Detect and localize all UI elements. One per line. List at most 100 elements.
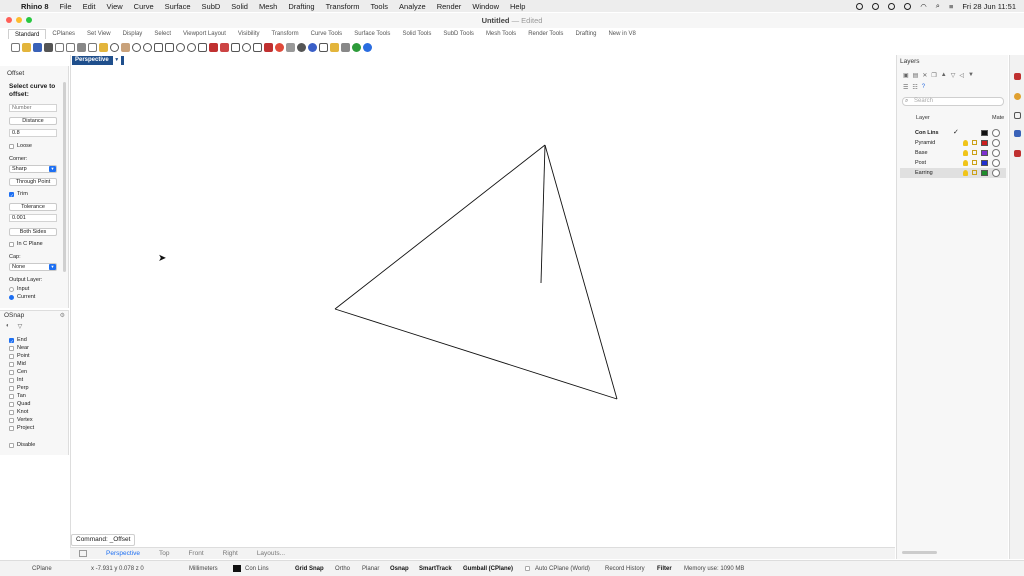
menu-view[interactable]: View <box>107 2 123 11</box>
filter-icon[interactable]: ▽ <box>18 323 23 330</box>
auto-cplane-checkbox[interactable] <box>525 566 530 571</box>
osnap-disable[interactable]: Disable <box>9 442 35 449</box>
layer-material-icon[interactable] <box>992 129 1000 137</box>
zoom-extents-icon[interactable] <box>165 42 174 52</box>
tools-icon[interactable] <box>341 42 350 52</box>
layer-color-swatch[interactable] <box>981 130 988 136</box>
osnap-checkbox[interactable] <box>9 426 14 431</box>
move-down-icon[interactable]: ▽ <box>951 72 956 79</box>
grid-icon[interactable] <box>231 42 240 52</box>
tab-cplanes[interactable]: CPlanes <box>46 29 81 39</box>
ortho-toggle[interactable]: Ortho <box>335 561 350 576</box>
record-icon[interactable] <box>856 2 864 10</box>
osnap-item-quad[interactable]: Quad <box>9 401 30 408</box>
osnap-toggle[interactable]: Osnap <box>390 561 409 576</box>
tab-drafting[interactable]: Drafting <box>569 29 602 39</box>
import-icon[interactable] <box>55 42 64 52</box>
tab-standard[interactable]: Standard <box>8 29 47 39</box>
play-icon[interactable] <box>904 2 912 10</box>
filter-icon[interactable]: ▼ <box>968 72 974 79</box>
search-icon[interactable]: ⌕ <box>936 1 940 11</box>
number-input[interactable] <box>9 104 57 112</box>
bulb-icon[interactable] <box>963 140 968 146</box>
layer-material-icon[interactable] <box>992 139 1000 147</box>
pyramid-edge[interactable] <box>540 144 546 284</box>
properties-panel-icon[interactable] <box>1014 73 1021 80</box>
menu-drafting[interactable]: Drafting <box>288 2 314 11</box>
menu-analyze[interactable]: Analyze <box>399 2 426 11</box>
delete-layer-icon[interactable]: ✕ <box>922 72 927 79</box>
layer-name[interactable]: Pyramid <box>915 138 935 148</box>
osnap-item-cen[interactable]: Cen <box>9 369 27 376</box>
zoom-selected-icon[interactable] <box>176 42 185 52</box>
lock-icon[interactable] <box>972 140 977 145</box>
gumball-icon[interactable] <box>330 42 339 52</box>
smarttrack-toggle[interactable]: SmartTrack <box>419 561 452 576</box>
menu-file[interactable]: File <box>60 2 72 11</box>
print-icon[interactable] <box>44 42 53 52</box>
in-cplane-option[interactable]: In C Plane <box>9 241 43 248</box>
filter-toggle[interactable]: Filter <box>657 561 672 576</box>
menu-transform[interactable]: Transform <box>326 2 360 11</box>
osnap-checkbox[interactable] <box>9 354 14 359</box>
grid-snap-toggle[interactable]: Grid Snap <box>295 561 324 576</box>
move-parent-icon[interactable]: ◁ <box>959 72 964 79</box>
material-icon[interactable] <box>286 42 295 52</box>
help-icon[interactable] <box>363 42 372 52</box>
both-sides-button[interactable]: Both Sides <box>9 228 57 236</box>
osnap-item-point[interactable]: Point <box>9 353 30 360</box>
tab-right[interactable]: Right <box>223 550 238 557</box>
four-viewports-icon[interactable] <box>198 42 207 52</box>
osnap-item-mid[interactable]: Mid <box>9 361 26 368</box>
layer-row-pyramid[interactable]: Pyramid <box>900 138 1006 148</box>
copy-icon[interactable] <box>88 42 97 52</box>
duplicate-layer-icon[interactable]: ❐ <box>931 72 936 79</box>
record-history-toggle[interactable]: Record History <box>605 561 645 576</box>
undo-icon[interactable] <box>110 42 119 52</box>
menu-help[interactable]: Help <box>510 2 525 11</box>
layer-material-icon[interactable] <box>992 159 1000 167</box>
tab-surface-tools[interactable]: Surface Tools <box>348 29 396 39</box>
output-current-radio[interactable] <box>9 295 14 300</box>
trim-option[interactable]: Trim <box>9 191 28 199</box>
open-file-icon[interactable] <box>22 42 31 52</box>
cut-icon[interactable] <box>77 42 86 52</box>
menu-mesh[interactable]: Mesh <box>259 2 277 11</box>
tolerance-button[interactable]: Tolerance <box>9 203 57 211</box>
osnap-mode-icon[interactable]: ◐ <box>6 323 10 330</box>
help-icon[interactable]: ? <box>922 84 925 91</box>
osnap-item-near[interactable]: Near <box>9 345 29 352</box>
move-up-icon[interactable]: ▲ <box>941 72 947 79</box>
control-center-icon[interactable]: ≡ <box>949 2 953 11</box>
clock-icon[interactable] <box>888 2 896 10</box>
globe-icon[interactable] <box>352 42 361 52</box>
output-current-option[interactable]: Current <box>9 294 35 301</box>
layers-scrollbar[interactable] <box>902 551 937 554</box>
tab-top[interactable]: Top <box>159 550 169 557</box>
paste-icon[interactable] <box>99 42 108 52</box>
menu-tools[interactable]: Tools <box>371 2 389 11</box>
menu-render[interactable]: Render <box>437 2 462 11</box>
tab-transform[interactable]: Transform <box>265 29 304 39</box>
output-input-radio[interactable] <box>9 287 14 292</box>
output-input-option[interactable]: Input <box>9 286 29 293</box>
lights-icon[interactable] <box>242 42 251 52</box>
save-icon[interactable] <box>33 42 42 52</box>
layer-material-icon[interactable] <box>992 169 1000 177</box>
in-cplane-checkbox[interactable] <box>9 242 14 247</box>
zoom-window-icon[interactable] <box>154 42 163 52</box>
layer-search-input[interactable]: ⌕ Search <box>902 97 1004 106</box>
pyramid-edge[interactable] <box>334 144 546 310</box>
layer-row-earring[interactable]: Earring <box>900 168 1006 178</box>
tab-front[interactable]: Front <box>188 550 203 557</box>
pan-icon[interactable] <box>121 42 130 52</box>
color-icon[interactable] <box>275 42 284 52</box>
distance-value[interactable]: 0.8 <box>9 129 57 137</box>
close-window-button[interactable] <box>6 17 12 23</box>
layer-row-post[interactable]: Post <box>900 158 1006 168</box>
lock-icon[interactable] <box>972 150 977 155</box>
osnap-item-tan[interactable]: Tan <box>9 393 26 400</box>
corner-select[interactable]: Sharp ▼ <box>9 165 57 173</box>
status-cplane[interactable]: CPlane <box>32 561 52 576</box>
panel-scrollbar[interactable] <box>63 82 66 272</box>
